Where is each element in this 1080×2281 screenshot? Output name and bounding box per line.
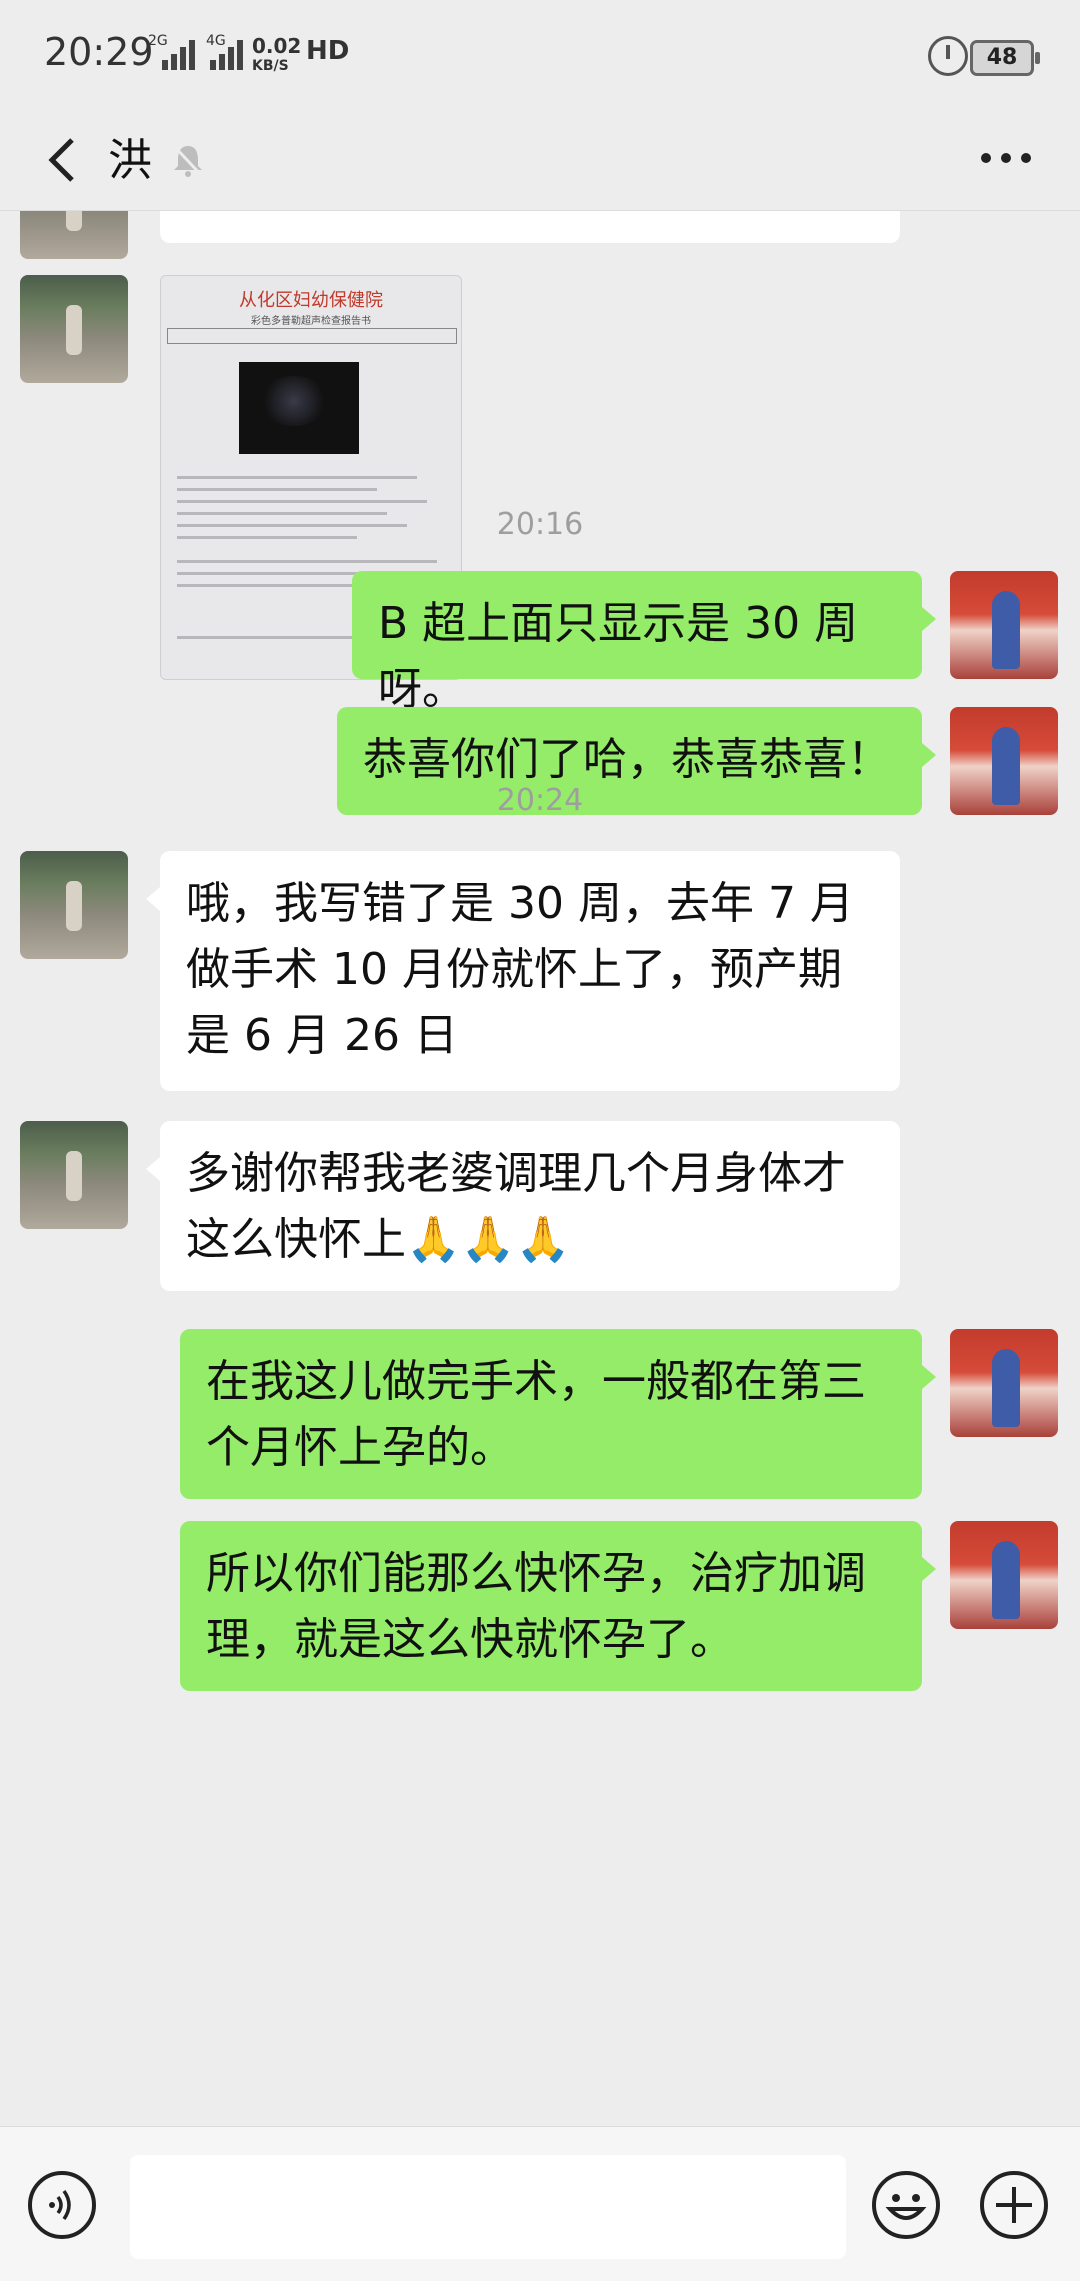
emoji-icon[interactable] xyxy=(870,2169,942,2241)
report-title: 从化区妇幼保健院 xyxy=(239,290,383,311)
speed-unit: KB/S xyxy=(252,58,289,74)
message-input[interactable] xyxy=(130,2155,846,2259)
report-text-line xyxy=(177,560,437,563)
timestamp: 20:16 xyxy=(496,507,584,542)
plus-icon[interactable] xyxy=(978,2169,1050,2241)
signal-icon-2 xyxy=(210,40,243,70)
bell-mute-icon xyxy=(172,144,204,178)
message-bubble[interactable]: 多谢你帮我老婆调理几个月身体才这么快怀上🙏🙏🙏 xyxy=(146,1121,900,1291)
chat-header: 洪 xyxy=(0,110,1080,211)
message-bubble[interactable]: 在我这儿做完手术，一般都在第三个月怀上孕的。 xyxy=(180,1329,936,1499)
timestamp: 20:24 xyxy=(496,783,584,818)
voice-icon[interactable] xyxy=(26,2169,98,2241)
report-subtitle: 彩色多普勒超声检查报告书 xyxy=(251,316,371,327)
contact-avatar[interactable] xyxy=(20,275,128,383)
chat-title: 洪 xyxy=(108,135,152,186)
my-avatar[interactable] xyxy=(950,1329,1058,1437)
ultrasound-image xyxy=(239,362,359,454)
report-text-line xyxy=(177,488,377,491)
report-text-line xyxy=(177,500,427,503)
hd-label: HD xyxy=(306,36,350,66)
my-avatar[interactable] xyxy=(950,1521,1058,1629)
status-time: 20:29 xyxy=(44,30,154,74)
report-table xyxy=(167,328,457,344)
contact-avatar[interactable] xyxy=(20,211,128,259)
message-bubble[interactable]: 所以你们能那么快怀孕，治疗加调理，就是这么快就怀孕了。 xyxy=(180,1521,936,1691)
message-bubble[interactable]: 哦，我写错了是 30 周，去年 7 月做手术 10 月份就怀上了，预产期是 6 … xyxy=(146,851,900,1091)
back-arrow-icon[interactable] xyxy=(36,130,96,190)
message-bubble[interactable]: B 超上面只显示是 30 周呀。 xyxy=(352,571,936,715)
input-bar xyxy=(0,2126,1080,2281)
message-bubble-partial[interactable] xyxy=(160,211,900,243)
battery-icon: 48 xyxy=(970,40,1040,76)
report-text-line xyxy=(177,476,417,479)
more-dots-icon[interactable] xyxy=(978,138,1034,178)
status-bar: 20:29 2G 4G 0.02 KB/S HD 48 xyxy=(0,0,1080,110)
alarm-icon xyxy=(928,36,968,76)
contact-avatar[interactable] xyxy=(20,851,128,959)
message-list[interactable]: 从化区妇幼保健院 彩色多普勒超声检查报告书 20:16 B 超上面只显示是 30… xyxy=(0,211,1080,2126)
signal-icon xyxy=(162,40,195,70)
speed-value: 0.02 xyxy=(252,34,302,58)
network-speed: 0.02 KB/S xyxy=(252,36,301,76)
my-avatar[interactable] xyxy=(950,571,1058,679)
contact-avatar[interactable] xyxy=(20,1121,128,1229)
